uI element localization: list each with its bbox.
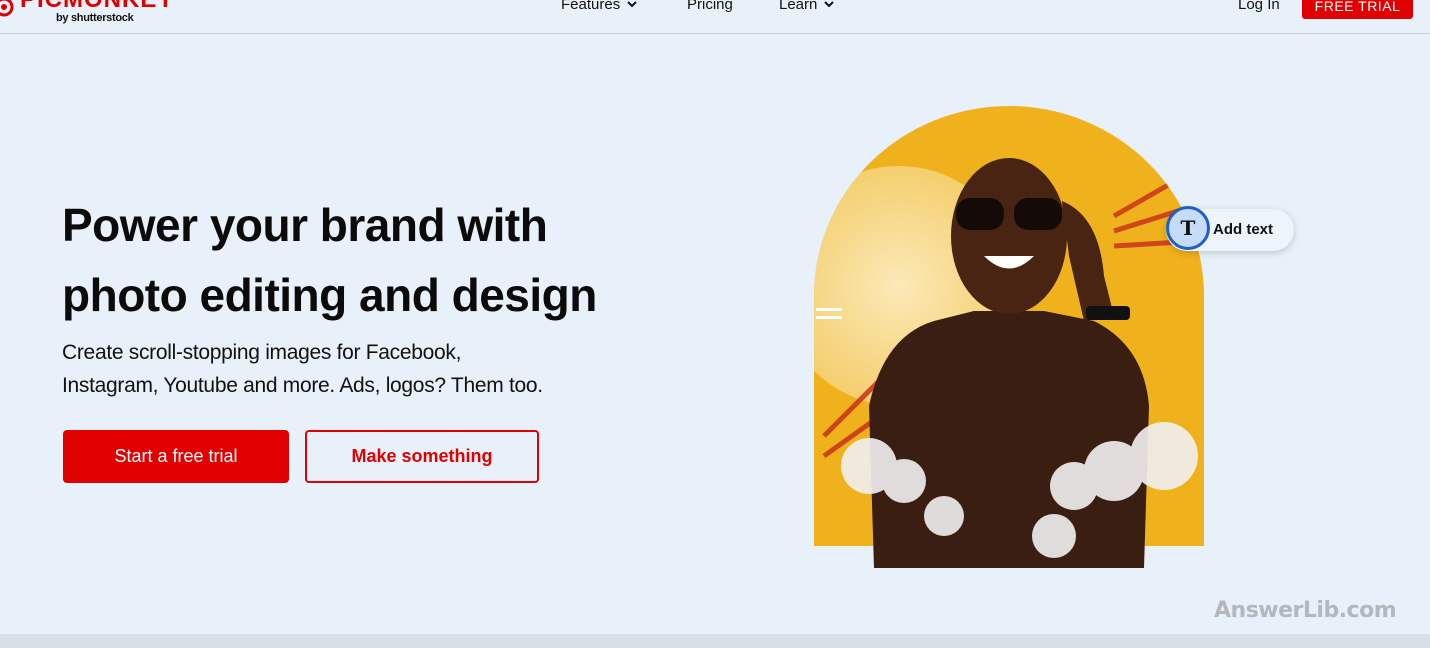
monkey-logo-icon [0, 0, 14, 17]
chevron-down-icon [627, 1, 637, 8]
hero-title-line-1: Power your brand with [62, 199, 548, 251]
section-divider [0, 634, 1430, 648]
nav-features-label: Features [561, 0, 621, 13]
make-something-button[interactable]: Make something [305, 430, 539, 483]
nav-pricing[interactable]: Pricing [687, 0, 733, 13]
decorative-line [816, 316, 842, 319]
top-navigation: PICMONKEY by shutterstock Features Prici… [0, 0, 1430, 34]
nav-learn[interactable]: Learn [779, 0, 835, 13]
hero-subtitle: Create scroll-stopping images for Facebo… [62, 336, 622, 402]
nav-features[interactable]: Features [561, 0, 637, 13]
logo-byline: by shutterstock [56, 12, 134, 24]
hero-image [814, 106, 1204, 568]
hero-title-line-2: photo editing and design [62, 269, 597, 321]
hero-subtitle-line-2: Instagram, Youtube and more. Ads, logos?… [62, 374, 543, 397]
add-text-label: Add text [1213, 221, 1273, 238]
chevron-down-icon [824, 1, 835, 8]
watermark: AnswerLib.com [1214, 598, 1397, 623]
hero-title: Power your brand with photo editing and … [62, 190, 662, 330]
decorative-line [816, 308, 842, 311]
free-trial-button[interactable]: FREE TRIAL [1302, 0, 1413, 19]
hero-subtitle-line-1: Create scroll-stopping images for Facebo… [62, 341, 462, 364]
nav-pricing-label: Pricing [687, 0, 733, 13]
login-link[interactable]: Log In [1238, 0, 1280, 13]
start-free-trial-button[interactable]: Start a free trial [63, 430, 289, 483]
nav-learn-label: Learn [779, 0, 818, 13]
text-tool-icon: T [1166, 206, 1210, 250]
add-text-chip[interactable]: T Add text [1166, 206, 1294, 251]
